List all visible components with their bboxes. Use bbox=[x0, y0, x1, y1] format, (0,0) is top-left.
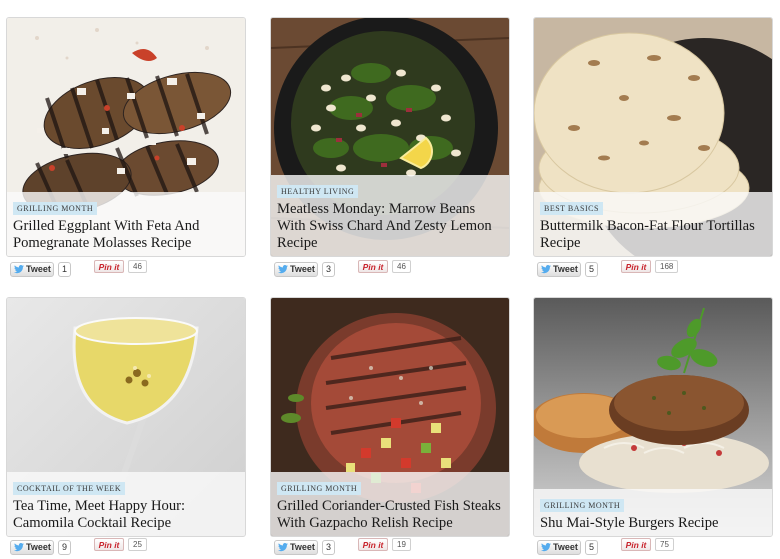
pin-it-button[interactable]: Pin it bbox=[358, 538, 388, 551]
tweet-button[interactable]: Tweet bbox=[537, 262, 581, 277]
tweet-button[interactable]: Tweet bbox=[10, 540, 54, 555]
pin-count: 168 bbox=[655, 260, 679, 273]
pin-it-button[interactable]: Pin it bbox=[621, 260, 651, 273]
tweet-button[interactable]: Tweet bbox=[537, 540, 581, 555]
card-caption: GRILLING MONTH Grilled Eggplant With Fet… bbox=[7, 192, 245, 256]
recipe-card[interactable]: GRILLING MONTH Shu Mai-Style Burgers Rec… bbox=[533, 297, 773, 537]
card-caption: GRILLING MONTH Grilled Coriander-Crusted… bbox=[271, 472, 509, 536]
twitter-bird-icon bbox=[14, 543, 24, 552]
recipe-title[interactable]: Grilled Coriander-Crusted Fish Steaks Wi… bbox=[277, 498, 503, 532]
tweet-count: 3 bbox=[322, 540, 336, 555]
recipe-card[interactable]: GRILLING MONTH Grilled Coriander-Crusted… bbox=[270, 297, 510, 537]
tweet-button[interactable]: Tweet bbox=[10, 262, 54, 277]
recipe-card[interactable]: BEST BASICS Buttermilk Bacon-Fat Flour T… bbox=[533, 17, 773, 257]
tweet-label: Tweet bbox=[26, 264, 51, 274]
category-tag[interactable]: GRILLING MONTH bbox=[13, 202, 98, 215]
social-bar: Tweet 1 Pin it 46 bbox=[10, 260, 250, 280]
category-tag[interactable]: GRILLING MONTH bbox=[277, 482, 362, 495]
twitter-bird-icon bbox=[278, 265, 288, 274]
twitter-bird-icon bbox=[541, 543, 551, 552]
category-tag[interactable]: HEALTHY LIVING bbox=[277, 185, 359, 198]
twitter-bird-icon bbox=[541, 265, 551, 274]
card-caption: HEALTHY LIVING Meatless Monday: Marrow B… bbox=[271, 175, 509, 256]
tweet-label: Tweet bbox=[290, 264, 315, 274]
pin-count: 25 bbox=[128, 538, 147, 551]
pin-it-button[interactable]: Pin it bbox=[94, 538, 124, 551]
twitter-bird-icon bbox=[278, 543, 288, 552]
social-bar: Tweet 5 Pin it 168 bbox=[537, 260, 777, 280]
pin-count: 46 bbox=[128, 260, 147, 273]
recipe-card[interactable]: GRILLING MONTH Grilled Eggplant With Fet… bbox=[6, 17, 246, 257]
recipe-title[interactable]: Tea Time, Meet Happy Hour: Camomila Cock… bbox=[13, 498, 239, 532]
card-caption: COCKTAIL OF THE WEEK Tea Time, Meet Happ… bbox=[7, 472, 245, 536]
category-tag[interactable]: GRILLING MONTH bbox=[540, 499, 625, 512]
tweet-count: 5 bbox=[585, 262, 599, 277]
recipe-title[interactable]: Buttermilk Bacon-Fat Flour Tortillas Rec… bbox=[540, 218, 766, 252]
pin-it-button[interactable]: Pin it bbox=[94, 260, 124, 273]
tweet-count: 5 bbox=[585, 540, 599, 555]
tweet-label: Tweet bbox=[553, 264, 578, 274]
social-bar: Tweet 9 Pin it 25 bbox=[10, 538, 250, 558]
social-bar: Tweet 3 Pin it 19 bbox=[274, 538, 514, 558]
category-tag[interactable]: BEST BASICS bbox=[540, 202, 603, 215]
recipe-card[interactable]: COCKTAIL OF THE WEEK Tea Time, Meet Happ… bbox=[6, 297, 246, 537]
tweet-button[interactable]: Tweet bbox=[274, 540, 318, 555]
tweet-label: Tweet bbox=[26, 542, 51, 552]
pin-it-button[interactable]: Pin it bbox=[621, 538, 651, 551]
tweet-count: 9 bbox=[58, 540, 72, 555]
tweet-label: Tweet bbox=[553, 542, 578, 552]
tweet-count: 1 bbox=[58, 262, 72, 277]
recipe-title[interactable]: Meatless Monday: Marrow Beans With Swiss… bbox=[277, 201, 503, 252]
pin-count: 46 bbox=[392, 260, 411, 273]
pin-it-button[interactable]: Pin it bbox=[358, 260, 388, 273]
pin-count: 75 bbox=[655, 538, 674, 551]
recipe-title[interactable]: Shu Mai-Style Burgers Recipe bbox=[540, 515, 766, 532]
recipe-title[interactable]: Grilled Eggplant With Feta And Pomegrana… bbox=[13, 218, 239, 252]
pin-count: 19 bbox=[392, 538, 411, 551]
tweet-label: Tweet bbox=[290, 542, 315, 552]
tweet-button[interactable]: Tweet bbox=[274, 262, 318, 277]
tweet-count: 3 bbox=[322, 262, 336, 277]
social-bar: Tweet 5 Pin it 75 bbox=[537, 538, 777, 558]
card-caption: GRILLING MONTH Shu Mai-Style Burgers Rec… bbox=[534, 489, 772, 536]
social-bar: Tweet 3 Pin it 46 bbox=[274, 260, 514, 280]
recipe-card[interactable]: HEALTHY LIVING Meatless Monday: Marrow B… bbox=[270, 17, 510, 257]
card-caption: BEST BASICS Buttermilk Bacon-Fat Flour T… bbox=[534, 192, 772, 256]
category-tag[interactable]: COCKTAIL OF THE WEEK bbox=[13, 482, 126, 495]
twitter-bird-icon bbox=[14, 265, 24, 274]
